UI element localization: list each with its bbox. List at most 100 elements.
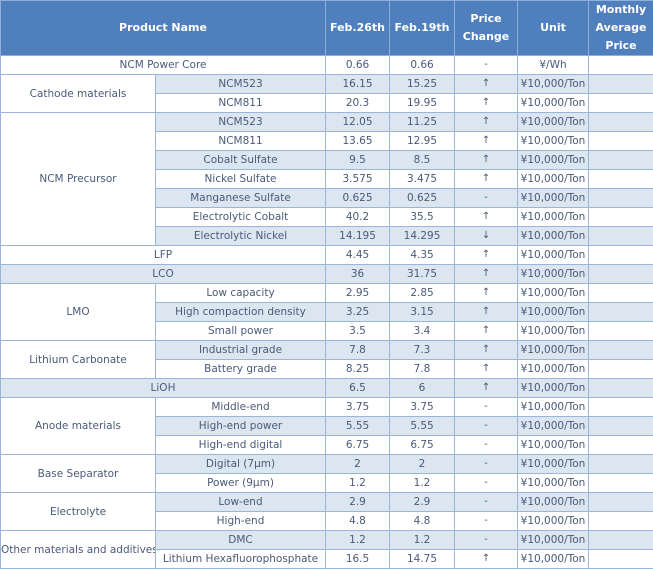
category-cell: NCM Precursor — [1, 113, 156, 246]
unit-cell: ¥10,000/Ton — [518, 151, 589, 170]
feb26-price-cell: 6.75 — [326, 436, 390, 455]
subproduct-cell: High-end digital — [156, 436, 326, 455]
subproduct-cell: NCM523 — [156, 75, 326, 94]
price-up-icon: ↑ — [455, 208, 518, 227]
feb19-price-cell: 14.295 — [390, 227, 455, 246]
monthly-average-cell — [589, 493, 653, 512]
feb26-price-cell: 40.2 — [326, 208, 390, 227]
price-up-icon: ↑ — [455, 303, 518, 322]
feb19-price-cell: 11.25 — [390, 113, 455, 132]
unit-cell: ¥10,000/Ton — [518, 132, 589, 151]
monthly-average-cell — [589, 132, 653, 151]
category-cell: Anode materials — [1, 398, 156, 455]
price-up-icon: ↑ — [455, 322, 518, 341]
monthly-average-cell — [589, 398, 653, 417]
unit-cell: ¥10,000/Ton — [518, 341, 589, 360]
price-unchanged-icon: - — [455, 56, 518, 75]
feb26-price-cell: 7.8 — [326, 341, 390, 360]
subproduct-cell: NCM811 — [156, 94, 326, 113]
feb19-price-cell: 35.5 — [390, 208, 455, 227]
price-unchanged-icon: - — [455, 531, 518, 550]
unit-cell: ¥10,000/Ton — [518, 94, 589, 113]
subproduct-cell: High-end — [156, 512, 326, 531]
feb26-price-cell: 0.625 — [326, 189, 390, 208]
feb26-price-cell: 16.5 — [326, 550, 390, 569]
price-unchanged-icon: - — [455, 417, 518, 436]
subproduct-cell: Battery grade — [156, 360, 326, 379]
feb26-price-cell: 2.9 — [326, 493, 390, 512]
table-row: LMOLow capacity2.952.85↑¥10,000/Ton — [1, 284, 653, 303]
price-unchanged-icon: - — [455, 189, 518, 208]
table-row: Other materials and additivesDMC1.21.2-¥… — [1, 531, 653, 550]
monthly-average-cell — [589, 113, 653, 132]
subproduct-cell: Industrial grade — [156, 341, 326, 360]
price-up-icon: ↑ — [455, 170, 518, 189]
feb19-price-cell: 2.85 — [390, 284, 455, 303]
table-row: NCM Power Core0.660.66-¥/Wh — [1, 56, 653, 75]
feb19-price-cell: 3.4 — [390, 322, 455, 341]
feb19-price-cell: 0.625 — [390, 189, 455, 208]
subproduct-cell: Small power — [156, 322, 326, 341]
unit-cell: ¥10,000/Ton — [518, 379, 589, 398]
header-feb26: Feb.26th — [326, 1, 390, 56]
subproduct-cell: NCM811 — [156, 132, 326, 151]
monthly-average-cell — [589, 56, 653, 75]
subproduct-cell: Electrolytic Nickel — [156, 227, 326, 246]
unit-cell: ¥/Wh — [518, 56, 589, 75]
feb19-price-cell: 8.5 — [390, 151, 455, 170]
price-unchanged-icon: - — [455, 455, 518, 474]
monthly-average-cell — [589, 455, 653, 474]
price-up-icon: ↑ — [455, 113, 518, 132]
feb19-price-cell: 7.3 — [390, 341, 455, 360]
unit-cell: ¥10,000/Ton — [518, 113, 589, 132]
feb26-price-cell: 3.5 — [326, 322, 390, 341]
price-unchanged-icon: - — [455, 493, 518, 512]
feb19-price-cell: 19.95 — [390, 94, 455, 113]
category-cell: Electrolyte — [1, 493, 156, 531]
monthly-average-cell — [589, 303, 653, 322]
table-row: NCM PrecursorNCM52312.0511.25↑¥10,000/To… — [1, 113, 653, 132]
price-up-icon: ↑ — [455, 284, 518, 303]
feb19-price-cell: 15.25 — [390, 75, 455, 94]
monthly-average-cell — [589, 322, 653, 341]
table-row: Cathode materialsNCM52316.1515.25↑¥10,00… — [1, 75, 653, 94]
monthly-average-cell — [589, 246, 653, 265]
subproduct-cell: Electrolytic Cobalt — [156, 208, 326, 227]
category-cell: LMO — [1, 284, 156, 341]
subproduct-cell: NCM523 — [156, 113, 326, 132]
monthly-average-cell — [589, 531, 653, 550]
feb19-price-cell: 14.75 — [390, 550, 455, 569]
monthly-average-cell — [589, 94, 653, 113]
subproduct-cell: Low capacity — [156, 284, 326, 303]
feb19-price-cell: 3.15 — [390, 303, 455, 322]
category-cell: Base Separator — [1, 455, 156, 493]
monthly-average-cell — [589, 208, 653, 227]
header-feb19: Feb.19th — [390, 1, 455, 56]
monthly-average-cell — [589, 75, 653, 94]
subproduct-cell: Digital (7μm) — [156, 455, 326, 474]
unit-cell: ¥10,000/Ton — [518, 75, 589, 94]
feb26-price-cell: 4.45 — [326, 246, 390, 265]
monthly-average-cell — [589, 265, 653, 284]
monthly-average-cell — [589, 550, 653, 569]
table-row: Anode materialsMiddle-end3.753.75-¥10,00… — [1, 398, 653, 417]
price-up-icon: ↑ — [455, 379, 518, 398]
table-row: LiOH6.56↑¥10,000/Ton — [1, 379, 653, 398]
product-name-cell: LFP — [1, 246, 326, 265]
price-unchanged-icon: - — [455, 436, 518, 455]
unit-cell: ¥10,000/Ton — [518, 417, 589, 436]
unit-cell: ¥10,000/Ton — [518, 189, 589, 208]
feb26-price-cell: 1.2 — [326, 474, 390, 493]
header-monthly-average: Monthly Average Price — [589, 1, 653, 56]
monthly-average-cell — [589, 512, 653, 531]
feb26-price-cell: 8.25 — [326, 360, 390, 379]
price-up-icon: ↑ — [455, 246, 518, 265]
monthly-average-cell — [589, 227, 653, 246]
monthly-average-cell — [589, 360, 653, 379]
feb26-price-cell: 14.195 — [326, 227, 390, 246]
unit-cell: ¥10,000/Ton — [518, 550, 589, 569]
monthly-average-cell — [589, 189, 653, 208]
unit-cell: ¥10,000/Ton — [518, 436, 589, 455]
feb26-price-cell: 3.575 — [326, 170, 390, 189]
unit-cell: ¥10,000/Ton — [518, 512, 589, 531]
